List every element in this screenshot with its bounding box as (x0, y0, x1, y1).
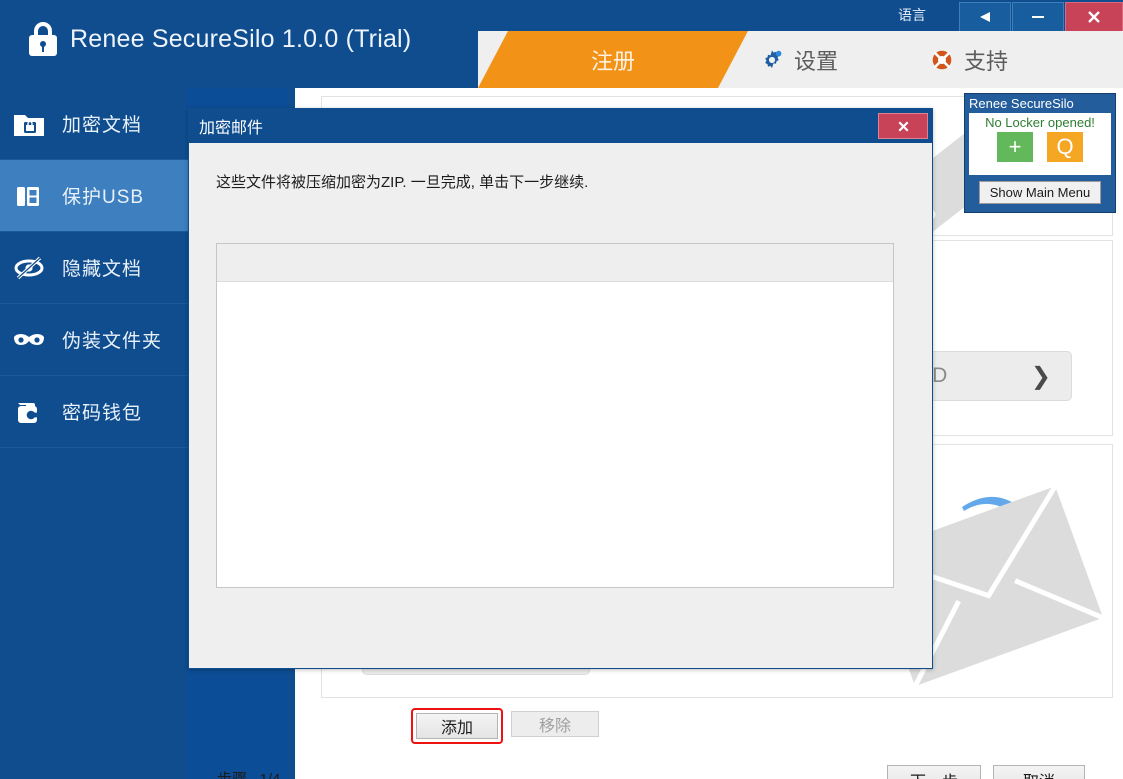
sidebar-item-label: 密码钱包 (62, 403, 143, 424)
add-button[interactable]: 添加 (416, 713, 498, 739)
close-icon (1088, 11, 1100, 23)
dialog-close-button[interactable] (878, 113, 928, 139)
close-button[interactable] (1065, 2, 1123, 32)
tab-settings-label: 设置 (794, 48, 839, 74)
sidebar-item-password-wallet[interactable]: 密码钱包 (0, 376, 188, 448)
show-main-menu-button[interactable]: Show Main Menu (978, 181, 1102, 204)
remove-button[interactable]: 移除 (511, 711, 599, 737)
triangle-left-icon (980, 12, 990, 22)
wallet-icon (12, 397, 46, 427)
sidebar-item-label: 伪装文件夹 (62, 331, 163, 352)
mini-panel-buttons: + Q (997, 132, 1083, 162)
lifebuoy-icon (932, 50, 952, 69)
tab-support-label: 支持 (964, 48, 1009, 74)
language-label[interactable]: 语言 (898, 5, 926, 25)
mini-panel-inner: No Locker opened! + Q (969, 113, 1111, 175)
tab-settings[interactable]: 设置 (760, 31, 838, 88)
mini-panel-footer: Show Main Menu (965, 181, 1115, 204)
tab-register[interactable]: 注册 (478, 31, 748, 88)
quick-locker-button[interactable]: Q (1047, 132, 1083, 162)
close-icon (898, 121, 908, 131)
add-button-highlight: 添加 (411, 708, 503, 744)
chevron-right-icon: ❯ (1030, 362, 1051, 390)
locker-status: No Locker opened! (985, 115, 1095, 130)
sidebar-item-disguise-folder[interactable]: 伪装文件夹 (0, 304, 188, 376)
minimize-icon (1032, 16, 1044, 18)
sidebar-item-label: 隐藏文档 (62, 259, 143, 280)
usb-shield-icon (12, 181, 46, 211)
sidebar-item-label: 加密文档 (62, 115, 143, 136)
dialog-title: 加密邮件 (199, 120, 264, 137)
cancel-button[interactable]: 取消 (993, 765, 1085, 779)
application-window: Renee SecureSilo 1.0.0 (Trial) 语言 注册 设置 … (0, 0, 1123, 779)
mini-panel-title: Renee SecureSilo (969, 96, 1074, 111)
file-list[interactable] (216, 243, 894, 588)
create-locker-button[interactable]: + (997, 132, 1033, 162)
dialog-title-bar: 加密邮件 (189, 109, 932, 143)
step-indicator: 步骤 1/4 (217, 768, 280, 779)
file-list-column-header (217, 244, 893, 282)
sidebar: 加密文档 保护USB 隐藏文档 伪装文件夹 密码钱包 (0, 88, 188, 779)
mask-icon (12, 325, 46, 355)
sidebar-item-protect-usb[interactable]: 保护USB (0, 160, 188, 232)
sidebar-item-label: 保护USB (62, 187, 145, 208)
mini-panel: Renee SecureSilo No Locker opened! + Q S… (964, 93, 1116, 213)
window-controls (958, 2, 1123, 32)
dialog-description: 这些文件将被压缩加密为ZIP. 一旦完成, 单击下一步继续. (216, 174, 589, 191)
encrypt-mail-dialog: 加密邮件 这些文件将被压缩加密为ZIP. 一旦完成, 单击下一步继续. 添加 移… (188, 108, 1085, 779)
dialog-body: 这些文件将被压缩加密为ZIP. 一旦完成, 单击下一步继续. 添加 移除 步骤 … (189, 143, 1085, 779)
sidebar-item-hide-files[interactable]: 隐藏文档 (0, 232, 188, 304)
next-button[interactable]: 下一步 (887, 765, 981, 779)
step-label: 步骤 (217, 771, 247, 779)
sidebar-item-encrypt-files[interactable]: 加密文档 (0, 88, 188, 160)
tab-bar: 注册 设置 支持 (0, 31, 1123, 88)
eye-slash-icon (12, 253, 46, 283)
gear-icon (765, 49, 782, 68)
back-button[interactable] (959, 2, 1011, 32)
step-value: 1/4 (260, 771, 281, 779)
tab-register-label: 注册 (590, 48, 635, 74)
tab-support[interactable]: 支持 (930, 31, 1008, 88)
folder-lock-icon (12, 109, 46, 139)
minimize-button[interactable] (1012, 2, 1064, 32)
